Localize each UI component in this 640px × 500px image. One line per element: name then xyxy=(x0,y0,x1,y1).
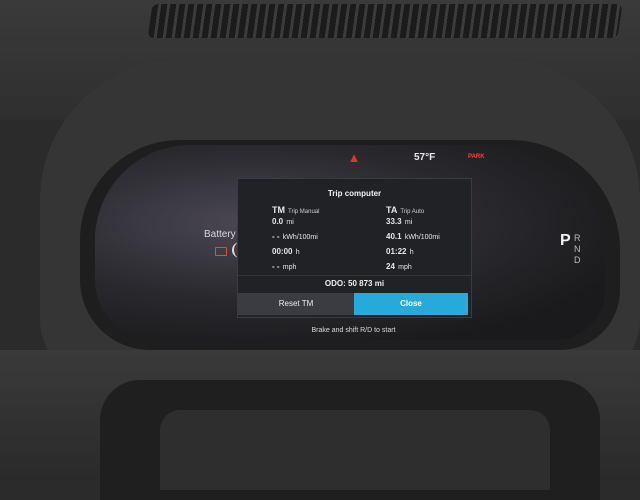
trip-auto-name: Trip Auto xyxy=(400,209,425,215)
trip-manual-distance: 0.0 mi xyxy=(272,217,294,226)
divider xyxy=(238,275,471,276)
gear-d: D xyxy=(574,255,581,265)
trip-manual-name: Trip Manual xyxy=(288,209,320,215)
trip-auto-column: TA Trip Auto 33.3 mi 40.1 kWh/100mi 01:22… xyxy=(386,205,496,277)
gear-options: R N D xyxy=(574,233,581,266)
trip-manual-code: TM xyxy=(272,205,285,215)
trip-manual-column: TM Trip Manual 0.0 mi - - kWh/100mi 00:00… xyxy=(272,205,382,277)
air-vent xyxy=(147,4,623,38)
trip-manual-header: TM Trip Manual xyxy=(272,205,382,217)
outside-temperature: 57°F xyxy=(414,152,436,163)
park-indicator: PARK xyxy=(468,154,485,160)
gear-r: R xyxy=(574,233,581,243)
trip-manual-consumption: - - kWh/100mi xyxy=(272,232,318,241)
odometer-value: 50 873 xyxy=(348,279,373,288)
gear-n: N xyxy=(574,244,581,254)
trip-auto-code: TA xyxy=(386,205,398,215)
reset-tm-button[interactable]: Reset TM xyxy=(238,293,354,315)
trip-computer-dialog: Trip computer TM Trip Manual 0.0 mi - - k… xyxy=(237,178,472,318)
dialog-title: Trip computer xyxy=(327,189,382,198)
odometer-unit: mi xyxy=(374,279,385,288)
odometer-label: ODO: xyxy=(324,279,346,288)
trip-auto-header: TA Trip Auto xyxy=(386,205,496,217)
odometer: ODO: 50 873 mi xyxy=(238,279,471,288)
battery-icon xyxy=(215,247,227,256)
battery-label: Battery xyxy=(204,229,236,240)
warning-triangle-icon: ▲ xyxy=(347,150,361,165)
trip-auto-time: 01:22 h xyxy=(386,247,414,256)
close-button[interactable]: Close xyxy=(354,293,468,315)
gear-selected: P xyxy=(560,232,571,249)
trip-auto-consumption: 40.1 kWh/100mi xyxy=(386,232,440,241)
trip-auto-distance: 33.3 mi xyxy=(386,217,413,226)
trip-manual-time: 00:00 h xyxy=(272,247,300,256)
steering-wheel-hub xyxy=(160,410,550,490)
start-hint: Brake and shift R/D to start xyxy=(311,327,396,334)
